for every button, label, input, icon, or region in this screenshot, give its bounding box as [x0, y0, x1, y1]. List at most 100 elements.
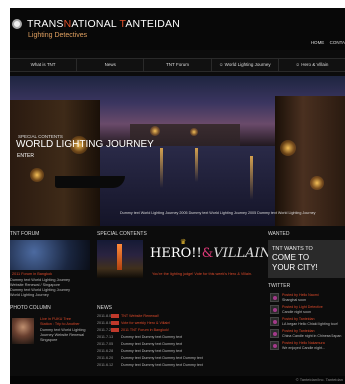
tweet-user: Posted by Hello Naomi [282, 293, 319, 297]
special-heading: SPECIAL CONTENTS [97, 231, 147, 237]
hero-left-buildings [10, 100, 100, 226]
hero-light [280, 140, 296, 156]
hero-reflection [195, 148, 198, 182]
news-title[interactable]: 2011 TNT Forum in Bangkok! [121, 328, 169, 332]
avatar [270, 329, 279, 338]
news-date: 2011.6.28 [97, 349, 114, 353]
news-new-badge [111, 342, 119, 346]
forum-thumbnail[interactable] [10, 240, 90, 270]
logo-icon[interactable] [12, 19, 22, 29]
hero-light [30, 168, 44, 182]
tweet-user: Posted by Tanteidan [282, 329, 315, 333]
forum-body-line: World Lighting Journey [10, 293, 49, 297]
news-title[interactable]: Vote for weekly Hero & Villain! [121, 321, 170, 325]
hero-enter-link[interactable]: ENTER [17, 153, 34, 159]
main-nav: What is TNT News TNT Forum ☺ World Light… [10, 58, 345, 72]
news-new-badge [111, 363, 119, 367]
wanted-heading: WANTED [268, 231, 290, 237]
tweet-text: Candle night soon [282, 310, 311, 314]
tweet-item[interactable]: Posted by Hello Naomi Shanghai soon [270, 293, 345, 305]
tweet-item[interactable]: Posted by Hello Nakamura We enjoyed Candl… [270, 341, 345, 353]
tweet-user: Posted by Light Detective [282, 305, 323, 309]
home-link[interactable]: HOME [311, 40, 325, 45]
hero-gondola [55, 176, 125, 188]
news-new-badge [111, 321, 119, 326]
news-new-badge [111, 328, 119, 333]
tweet-text: Shanghai soon [282, 298, 306, 302]
news-item[interactable]: 2011.6.12 Dummy text Dummy text Dummy tex… [97, 363, 267, 369]
hero-villain-logo[interactable]: HERO!!&VILLAIN? [150, 246, 278, 261]
site-footer: © Tanteidan/Inc. Tanteidan [10, 376, 345, 384]
forum-caption[interactable]: 2011 Forum in Bangkok [12, 272, 52, 277]
news-title[interactable]: Dummy text Dummy text Dummy text [121, 342, 182, 346]
twitter-heading: TWITTER [268, 283, 291, 289]
news-date: 2011.6.12 [97, 363, 114, 367]
hero-banner[interactable]: SPECIAL CONTENTS WORLD LIGHTING JOURNEY … [10, 76, 345, 226]
tweet-item[interactable]: Posted by Tanteidan LA began Hello Chiaki… [270, 317, 345, 329]
avatar [270, 305, 279, 314]
avatar-dot [273, 296, 277, 300]
nav-item-news[interactable]: News [77, 59, 145, 71]
news-title[interactable]: Dummy text Dummy text Dummy text Dummy t… [121, 363, 203, 367]
special-thumbnail[interactable] [97, 240, 143, 278]
avatar [270, 317, 279, 326]
site-title[interactable]: TRANSNATIONAL TANTEIDAN [27, 18, 180, 30]
avatar-dot [273, 332, 277, 336]
photo-heading: PHOTO COLUMN [10, 305, 51, 311]
contact-link[interactable]: CONTA [330, 40, 345, 45]
news-new-badge [111, 349, 119, 353]
tweet-item[interactable]: Posted by Tanteidan China Candle night in… [270, 329, 345, 341]
wanted-line: COME TO [272, 253, 310, 262]
photo-body-line: Singapore [40, 338, 58, 342]
news-date: 2011.8.01 [97, 321, 114, 325]
avatar [270, 293, 279, 302]
hero-light [150, 126, 160, 136]
news-title[interactable]: TNT Website Renewal! [121, 314, 159, 318]
photo-title-line[interactable]: Station : Trip to Another [40, 322, 80, 327]
news-item[interactable]: 2011.7.05 Dummy text Dummy text Dummy tex… [97, 342, 267, 348]
wanted-line: YOUR CITY! [272, 263, 318, 272]
site-subtitle: Lighting Detectives [28, 32, 88, 39]
news-item[interactable]: 2011.7.21 2011 TNT Forum in Bangkok! [97, 328, 267, 334]
news-date: 2011.7.13 [97, 335, 114, 339]
nav-item-world-lighting-journey[interactable]: ☺ World Lighting Journey [212, 59, 279, 71]
news-date: 2011.7.05 [97, 342, 114, 346]
hero-title[interactable]: WORLD LIGHTING JOURNEY [16, 139, 154, 150]
nav-item-hero-villain[interactable]: ☺ Hero & Villain [279, 59, 345, 71]
nav-item-what-is-tnt[interactable]: What is TNT [10, 59, 78, 71]
hero-light [310, 176, 324, 190]
photo-thumbnail[interactable] [12, 318, 34, 344]
wanted-line: TNT WANTS TO [272, 246, 313, 252]
nav-item-tnt-forum[interactable]: TNT Forum [144, 59, 212, 71]
tweet-text: China Candle night in Chinese/Japan [282, 334, 342, 338]
news-date: 2011.6.20 [97, 356, 114, 360]
tweet-user: Posted by Tanteidan [282, 317, 315, 321]
news-title[interactable]: Dummy text Dummy text Dummy text Dummy t… [121, 356, 203, 360]
news-title[interactable]: Dummy text Dummy text Dummy text [121, 349, 182, 353]
news-item[interactable]: 2011.8.08 TNT Website Renewal! [97, 314, 267, 320]
news-date: 2011.7.21 [97, 328, 114, 332]
news-item[interactable]: 2011.8.01 Vote for weekly Hero & Villain! [97, 321, 267, 327]
tweet-item[interactable]: Posted by Light Detective Candle night so… [270, 305, 345, 317]
tweet-text: LA began Hello Chiaki lighting tour! [282, 322, 338, 326]
hero-reflection [160, 148, 163, 188]
avatar [270, 341, 279, 350]
hero-light [190, 128, 198, 136]
news-title[interactable]: Dummy text Dummy text Dummy text [121, 335, 182, 339]
news-item[interactable]: 2011.6.28 Dummy text Dummy text Dummy tex… [97, 349, 267, 355]
avatar-dot [273, 344, 277, 348]
avatar-dot [273, 320, 277, 324]
news-heading: NEWS [97, 305, 112, 311]
hero-ticker: Dummy text World Lighting Journey 2005 D… [120, 211, 316, 215]
news-item[interactable]: 2011.7.13 Dummy text Dummy text Dummy tex… [97, 335, 267, 341]
top-links: HOME CONTA [307, 40, 345, 45]
site-header: TRANSNATIONAL TANTEIDAN Lighting Detecti… [10, 8, 345, 50]
news-new-badge [111, 314, 119, 319]
special-caption[interactable]: You're the lighting judge! Vote for this… [152, 272, 252, 277]
tweet-user: Posted by Hello Nakamura [282, 341, 325, 345]
tweet-text: We enjoyed Candle night... [282, 346, 326, 350]
copyright: © Tanteidan/Inc. Tanteidan [295, 377, 343, 382]
news-item[interactable]: 2011.6.20 Dummy text Dummy text Dummy tex… [97, 356, 267, 362]
hero-right-buildings [275, 96, 345, 226]
tower-light [117, 244, 122, 270]
